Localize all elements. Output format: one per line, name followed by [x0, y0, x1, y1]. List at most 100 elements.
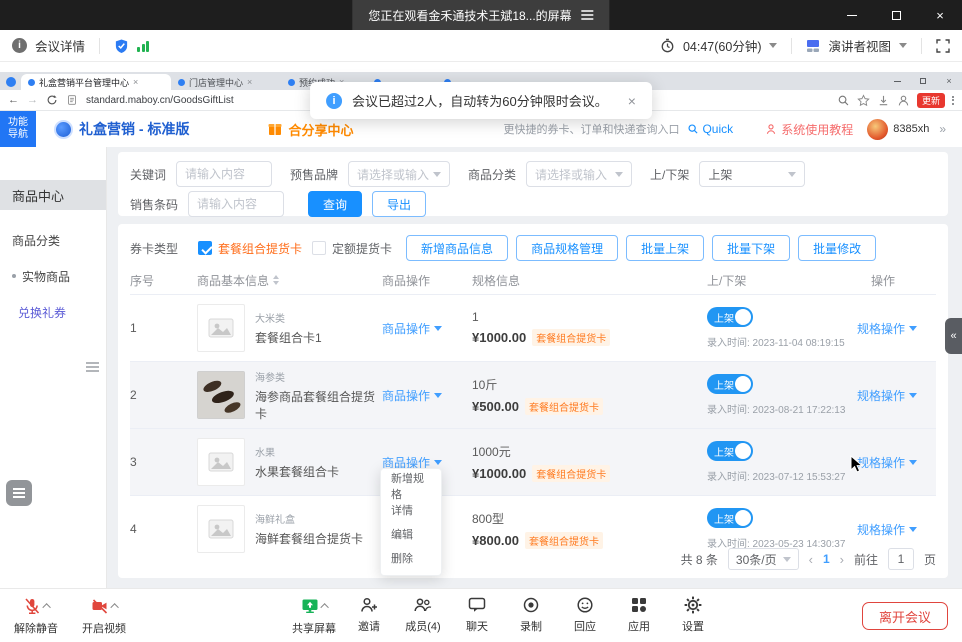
browser-tab-active[interactable]: 礼盒营销平台管理中心 × [21, 74, 171, 90]
category-select[interactable]: 请选择或输入 [526, 161, 632, 187]
back-icon[interactable]: ← [8, 94, 19, 106]
star-icon[interactable] [857, 94, 870, 107]
checkbox-combo-card[interactable]: 套餐组合提货卡 [198, 240, 302, 257]
batch-onshelf-button[interactable]: 批量上架 [626, 235, 704, 261]
share-center-link[interactable]: 合分享中心 [267, 120, 353, 139]
batch-edit-button[interactable]: 批量修改 [798, 235, 876, 261]
close-button[interactable]: × [918, 0, 962, 30]
sidebar-item-physical-goods[interactable]: 实物商品 [0, 258, 106, 294]
tutorial-link[interactable]: 系统使用教程 [765, 121, 853, 138]
spec-operation-link[interactable]: 规格操作 [857, 320, 936, 337]
spec-operation-link[interactable]: 规格操作 [857, 454, 936, 471]
quick-search-link[interactable]: Quick [687, 122, 733, 136]
reactions-button[interactable]: 回应 [564, 595, 606, 636]
function-nav-button[interactable]: 功能 导航 [0, 111, 36, 147]
product-operation-link[interactable]: 商品操作 [382, 320, 472, 337]
unmute-button[interactable]: 解除静音 [14, 595, 58, 636]
browser-close-button[interactable]: × [936, 72, 962, 90]
browser-minimize-button[interactable] [884, 72, 910, 90]
shelf-toggle[interactable]: 上架 [707, 374, 753, 394]
checkbox-checked-icon [198, 241, 212, 255]
maximize-button[interactable] [874, 0, 918, 30]
zoom-icon[interactable] [837, 94, 850, 107]
search-button[interactable]: 查询 [308, 191, 362, 217]
tab-close-icon[interactable]: × [247, 78, 252, 87]
members-button[interactable]: 成员(4) [402, 595, 444, 636]
current-page[interactable]: 1 [823, 552, 830, 566]
export-button[interactable]: 导出 [372, 191, 426, 217]
security-shield-icon[interactable] [114, 38, 129, 54]
barcode-input[interactable] [188, 191, 284, 217]
tab-close-icon[interactable]: × [133, 78, 138, 87]
share-menu-icon[interactable] [582, 14, 594, 16]
checkbox-fixed-card[interactable]: 定额提货卡 [312, 240, 392, 257]
page-size-select[interactable]: 30条/页 [728, 548, 799, 570]
menu-item-edit[interactable]: 编辑 [381, 522, 441, 546]
brand-select[interactable]: 请选择或输入 [348, 161, 450, 187]
sidebar-section-product-center[interactable]: 商品中心 [0, 180, 106, 210]
sort-icon[interactable] [273, 275, 279, 285]
keyword-input[interactable] [176, 161, 272, 187]
minimize-button[interactable] [830, 0, 874, 30]
download-icon[interactable] [877, 94, 890, 107]
url-text[interactable]: standard.maboy.cn/GoodsGiftList [86, 95, 234, 106]
task-list-widget[interactable] [6, 480, 32, 506]
shelf-select[interactable]: 上架 [699, 161, 805, 187]
product-operation-link[interactable]: 商品操作 [382, 387, 472, 404]
goto-page-input[interactable] [888, 548, 914, 570]
mic-options-icon[interactable] [42, 603, 50, 611]
refresh-icon[interactable] [46, 94, 58, 106]
add-product-button[interactable]: 新增商品信息 [406, 235, 508, 261]
spec-operation-link[interactable]: 规格操作 [857, 521, 936, 538]
toast-close-icon[interactable]: × [628, 93, 636, 109]
next-page-icon[interactable]: › [840, 552, 844, 567]
browser-maximize-button[interactable] [910, 72, 936, 90]
chevron-down-icon [909, 393, 917, 398]
share-options-icon[interactable] [320, 603, 328, 611]
menu-item-detail[interactable]: 详情 [381, 498, 441, 522]
browser-tab[interactable]: 门店管理中心 × [171, 74, 281, 90]
invite-button[interactable]: 邀请 [348, 595, 390, 636]
batch-offshelf-button[interactable]: 批量下架 [712, 235, 790, 261]
shelf-toggle[interactable]: 上架 [707, 441, 753, 461]
browser-logo-icon[interactable] [6, 77, 16, 87]
settings-button[interactable]: 设置 [672, 595, 714, 636]
record-button[interactable]: 录制 [510, 595, 552, 636]
view-mode-label[interactable]: 演讲者视图 [828, 36, 891, 55]
sidebar-item-gift-voucher[interactable]: 兑换礼券 [0, 294, 106, 330]
spec-operation-link[interactable]: 规格操作 [857, 387, 936, 404]
video-options-icon[interactable] [110, 603, 118, 611]
timer-dropdown-icon[interactable] [769, 43, 777, 48]
shelf-toggle[interactable]: 上架 [707, 508, 753, 528]
sidebar-item-categories[interactable]: 商品分类 [0, 222, 106, 258]
shelf-toggle[interactable]: 上架 [707, 307, 753, 327]
panel-collapse-tab[interactable]: « [945, 318, 962, 354]
user-avatar[interactable] [867, 119, 888, 140]
fullscreen-icon[interactable] [936, 39, 950, 53]
col-basic-info[interactable]: 商品基本信息 [197, 272, 382, 289]
apps-grid-icon [629, 595, 649, 615]
maximize-icon [892, 11, 901, 20]
forward-icon[interactable]: → [27, 94, 38, 106]
brand: 礼盒营销 - 标准版 [54, 119, 189, 139]
leave-meeting-button[interactable]: 离开会议 [862, 602, 948, 630]
meeting-detail-label[interactable]: 会议详情 [35, 36, 85, 55]
spec-manage-button[interactable]: 商品规格管理 [516, 235, 618, 261]
menu-item-delete[interactable]: 删除 [381, 546, 441, 570]
share-screen-button[interactable]: 共享屏幕 [292, 595, 336, 636]
view-dropdown-icon[interactable] [899, 43, 907, 48]
start-video-button[interactable]: 开启视频 [82, 595, 126, 636]
chevron-down-icon [909, 326, 917, 331]
menu-item-add-spec[interactable]: 新增规格 [381, 474, 441, 498]
browser-menu-icon[interactable] [952, 96, 954, 105]
sidebar-collapse-icon[interactable] [86, 362, 100, 372]
meeting-info-icon[interactable]: i [12, 38, 27, 53]
chat-button[interactable]: 聊天 [456, 595, 498, 636]
update-badge[interactable]: 更新 [917, 93, 945, 108]
profile-icon[interactable] [897, 94, 910, 107]
spec-value: 1 [472, 310, 707, 324]
page-info-icon[interactable] [66, 94, 78, 106]
apps-button[interactable]: 应用 [618, 595, 660, 636]
prev-page-icon[interactable]: ‹ [809, 552, 813, 567]
expand-chevrons-icon[interactable]: » [939, 122, 946, 136]
